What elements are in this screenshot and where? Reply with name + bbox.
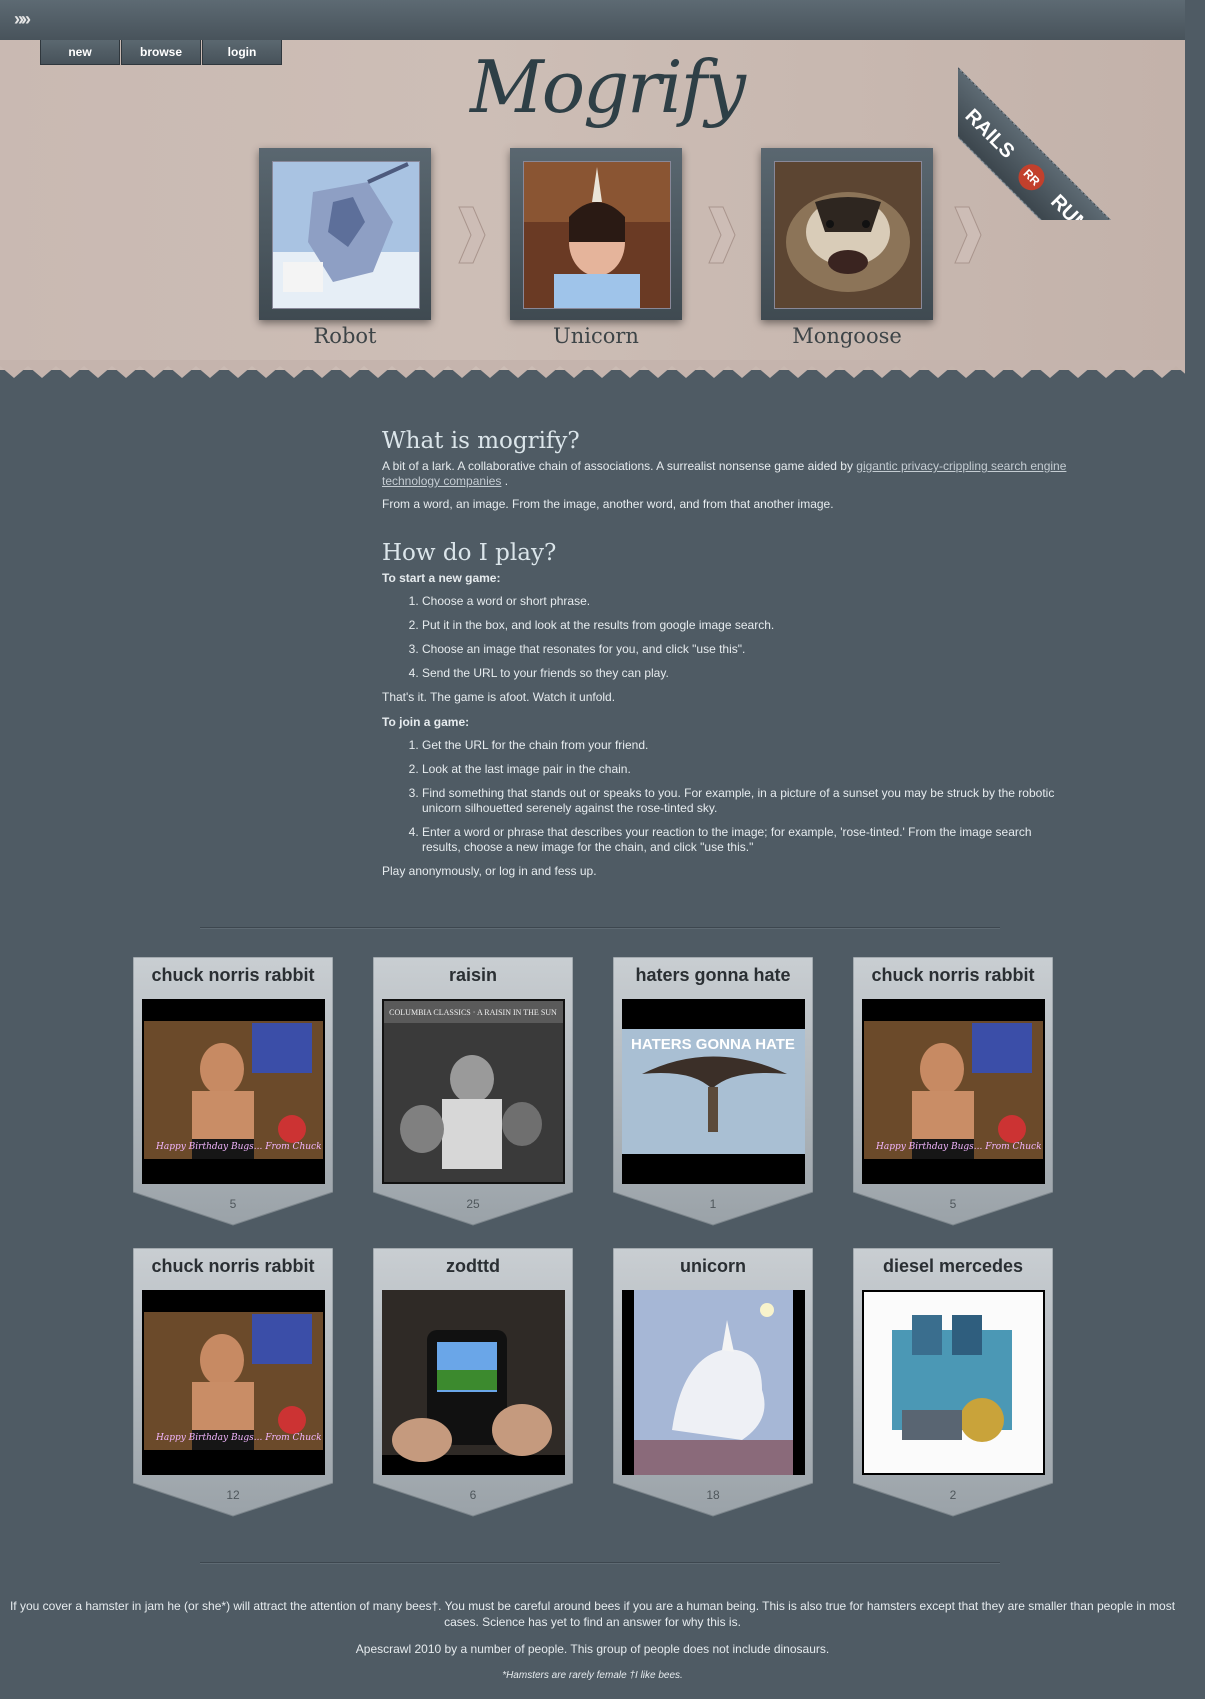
robot-image (272, 161, 420, 309)
start-step: Choose a word or short phrase. (422, 594, 1072, 609)
card-image[interactable]: Happy Birthday Bugs... From Chuck (142, 999, 325, 1184)
site-logo[interactable]: Mogrify (470, 45, 746, 129)
card-image-text: HATERS GONNA HATE (631, 1036, 795, 1053)
join-title: To join a game: (382, 715, 1072, 730)
start-steps: Choose a word or short phrase. Put it in… (382, 594, 1072, 681)
join-steps: Get the URL for the chain from your frie… (382, 738, 1072, 855)
card-image-text: COLUMBIA CLASSICS · A RAISIN IN THE SUN (389, 1008, 557, 1017)
about-line2: From a word, an image. From the image, a… (382, 497, 834, 511)
card-count: 25 (466, 1197, 480, 1211)
chain-label: Mongoose (792, 324, 902, 348)
chain-frame (259, 148, 431, 320)
start-step: Choose an image that resonates for you, … (422, 642, 1072, 657)
chain-item-robot[interactable]: Robot (259, 148, 431, 348)
footer-line1: If you cover a hamster in jam he (or she… (9, 1599, 1176, 1629)
chain-card[interactable]: chuck norris rabbit Happy Birthday Bugs..… (133, 1248, 333, 1518)
card-count: 12 (226, 1488, 240, 1502)
card-count: 5 (229, 1197, 237, 1211)
start-step: Send the URL to your friends so they can… (422, 666, 1072, 681)
ribbon-text-left: RAILS (960, 104, 1019, 163)
card-image[interactable]: Happy Birthday Bugs... From Chuck (862, 999, 1045, 1184)
main-content: What is mogrify? A bit of a lark. A coll… (382, 428, 1072, 887)
zigzag-divider (0, 360, 1185, 390)
card-title[interactable]: zodttd (373, 1256, 573, 1277)
card-count: 5 (949, 1197, 957, 1211)
chain-frame (510, 148, 682, 320)
chevron-right-icon (708, 206, 736, 264)
chain-card[interactable]: chuck norris rabbit Happy Birthday Bugs..… (133, 957, 333, 1227)
join-end: Play anonymously, or log in and fess up. (382, 864, 597, 878)
nav-login[interactable]: login (202, 40, 282, 65)
card-image[interactable] (382, 1290, 565, 1475)
start-step: Put it in the box, and look at the resul… (422, 618, 1072, 633)
card-title[interactable]: raisin (373, 965, 573, 986)
chain-label: Robot (313, 324, 377, 348)
card-count: 2 (949, 1488, 957, 1502)
card-image[interactable]: HATERS GONNA HATE (622, 999, 805, 1184)
footer: If you cover a hamster in jam he (or she… (0, 1598, 1185, 1695)
mongoose-image (774, 161, 922, 309)
card-title[interactable]: chuck norris rabbit (133, 1256, 333, 1277)
card-title[interactable]: chuck norris rabbit (853, 965, 1053, 986)
rails-rumble-ribbon[interactable]: RAILS RR RUMBLE (958, 0, 1205, 220)
triple-chevron-icon[interactable]: »» (14, 9, 31, 30)
chain-item-unicorn[interactable]: Unicorn (510, 148, 682, 348)
chain-label: Unicorn (553, 324, 639, 348)
chain-frame (761, 148, 933, 320)
ribbon-text-right: RUMBLE (1046, 191, 1122, 220)
join-step: Enter a word or phrase that describes yo… (422, 825, 1072, 855)
section-divider (200, 1562, 1000, 1563)
start-title-text: To start a new game: (382, 571, 501, 585)
start-end: That's it. The game is afoot. Watch it u… (382, 690, 616, 704)
card-image[interactable]: COLUMBIA CLASSICS · A RAISIN IN THE SUN (382, 999, 565, 1184)
card-count: 6 (469, 1488, 477, 1502)
unicorn-image (523, 161, 671, 309)
join-step: Find something that stands out or speaks… (422, 786, 1072, 816)
chain-card[interactable]: raisin COLUMBIA CLASSICS · A RAISIN IN TH… (373, 957, 573, 1227)
join-step: Get the URL for the chain from your frie… (422, 738, 1072, 753)
section-divider (200, 927, 1000, 928)
card-title[interactable]: chuck norris rabbit (133, 965, 333, 986)
chain-card[interactable]: diesel mercedes 2 (853, 1248, 1053, 1518)
card-image[interactable] (862, 1290, 1045, 1475)
chain-card[interactable]: zodttd 6 (373, 1248, 573, 1518)
main-nav: new browse login (40, 40, 283, 65)
join-title-text: To join a game: (382, 715, 470, 729)
card-image[interactable]: Happy Birthday Bugs... From Chuck (142, 1290, 325, 1475)
footer-footnote: *Hamsters are rarely female †I like bees… (502, 1670, 683, 1681)
card-image[interactable] (622, 1290, 805, 1475)
chain-card[interactable]: chuck norris rabbit Happy Birthday Bugs..… (853, 957, 1053, 1227)
card-title[interactable]: diesel mercedes (853, 1256, 1053, 1277)
card-title[interactable]: haters gonna hate (613, 965, 813, 986)
card-image-text: Happy Birthday Bugs... From Chuck (155, 1142, 322, 1152)
about-intro: A bit of a lark. A collaborative chain o… (382, 459, 1072, 489)
card-image-text: Happy Birthday Bugs... From Chuck (155, 1433, 322, 1443)
chain-item-mongoose[interactable]: Mongoose (761, 148, 933, 348)
start-title: To start a new game: (382, 571, 1072, 586)
nav-new[interactable]: new (40, 40, 120, 65)
chevron-right-icon (458, 206, 486, 264)
card-count: 1 (709, 1197, 717, 1211)
rails-rumble-logo-icon: RR (1013, 158, 1051, 196)
card-title[interactable]: unicorn (613, 1256, 813, 1277)
join-step: Look at the last image pair in the chain… (422, 762, 1072, 777)
howto-heading: How do I play? (382, 540, 557, 566)
nav-browse[interactable]: browse (121, 40, 201, 65)
about-heading: What is mogrify? (382, 428, 580, 454)
footer-line2: Apescrawl 2010 by a number of people. Th… (355, 1642, 830, 1656)
chain-card[interactable]: haters gonna hate HATERS GONNA HATE 1 (613, 957, 813, 1227)
card-count: 18 (706, 1488, 720, 1502)
card-image-text: Happy Birthday Bugs... From Chuck (875, 1142, 1042, 1152)
chain-card[interactable]: unicorn 18 (613, 1248, 813, 1518)
about-intro-text: A bit of a lark. A collaborative chain o… (382, 459, 857, 473)
about-intro-end: . (501, 474, 509, 488)
